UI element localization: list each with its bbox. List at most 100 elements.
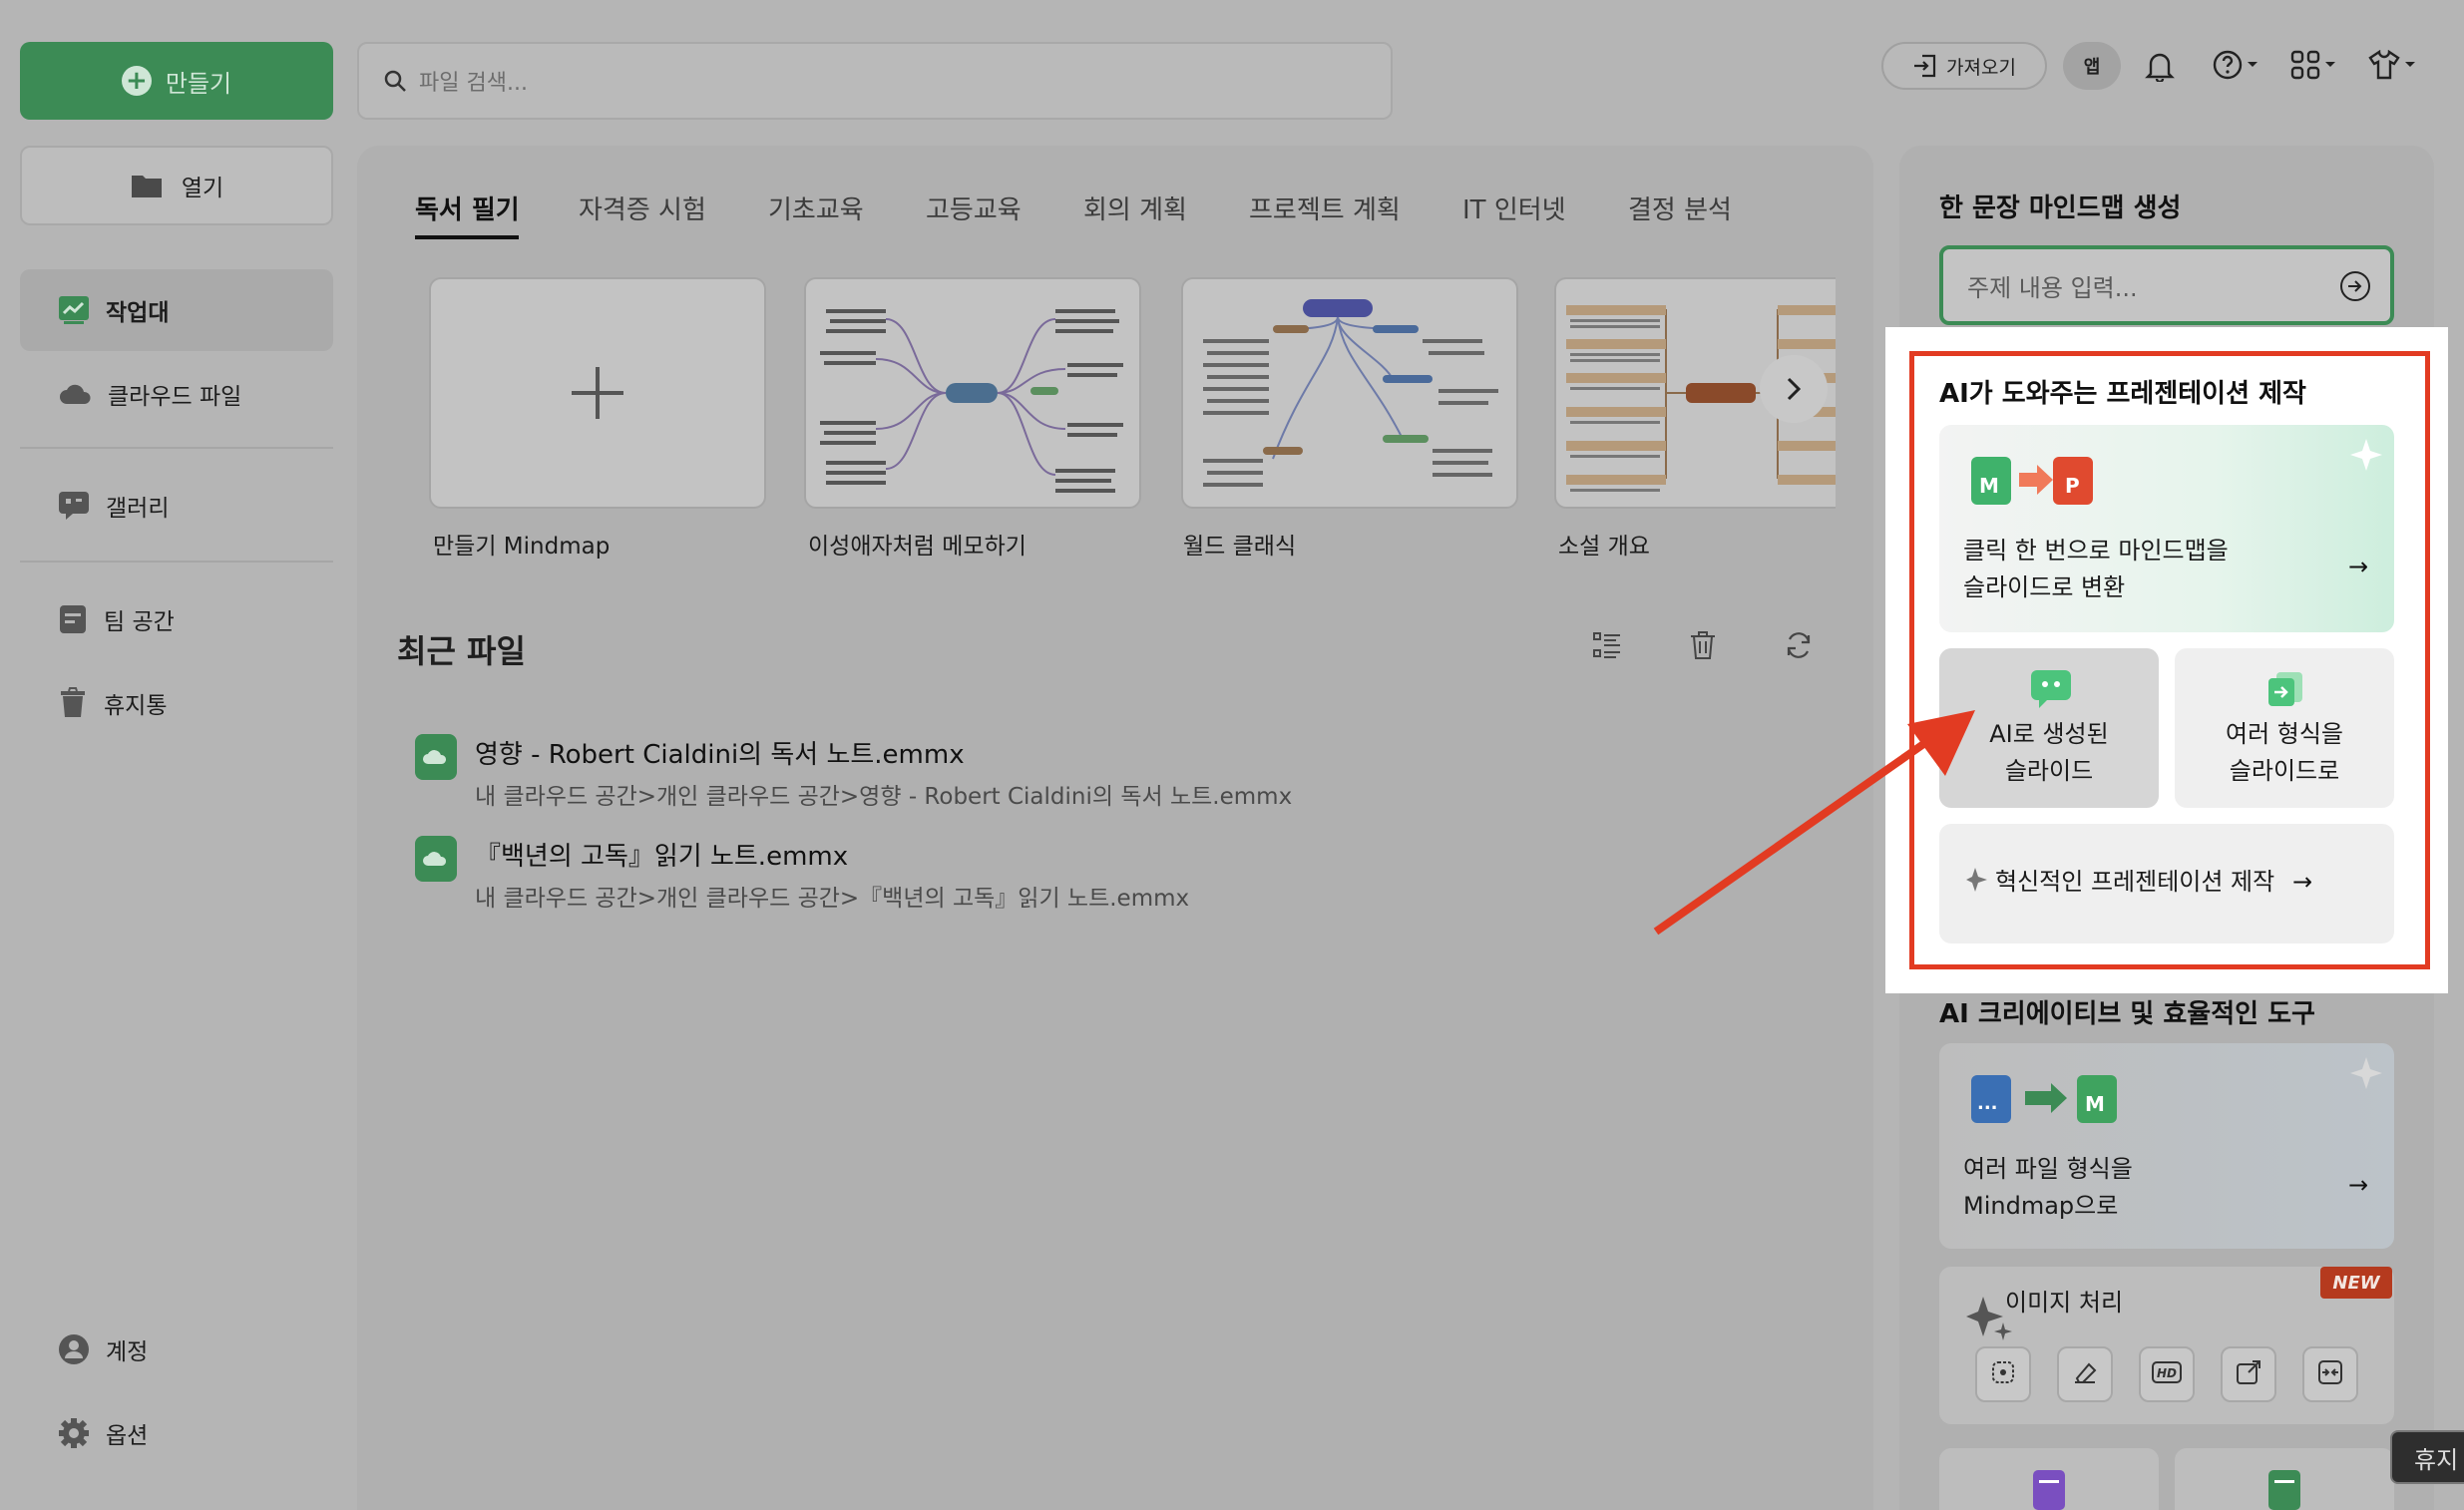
svg-text:M: M	[2085, 1092, 2105, 1116]
template-card-notes[interactable]	[804, 277, 1141, 509]
sidebar-item-label: 계정	[106, 1339, 149, 1365]
tab-certification[interactable]: 자격증 시험	[579, 189, 706, 226]
sheet-doc-icon	[2268, 1470, 2300, 1510]
create-button[interactable]: + 만들기	[20, 42, 333, 120]
sidebar-item-label: 팀 공간	[104, 609, 175, 635]
multi-format-text: 여러 형식을 슬라이드로	[2175, 716, 2394, 790]
workbench-icon	[58, 295, 90, 325]
chevron-down-icon	[2247, 61, 2259, 69]
files-to-mindmap-card[interactable]: ... M 여러 파일 형식을 Mindmap으로 →	[1939, 1043, 2394, 1249]
card-line: 여러 파일 형식을	[1963, 1155, 2133, 1183]
app-button[interactable]: 앱	[2063, 42, 2121, 90]
cloud-file-icon	[415, 836, 457, 882]
mindmap-to-ppt-icon: M P	[1971, 457, 2093, 505]
refresh-button[interactable]	[1784, 630, 1814, 660]
template-label: 만들기 Mindmap	[433, 534, 611, 560]
image-tool-button[interactable]	[2302, 1346, 2358, 1402]
svg-text:M: M	[1979, 474, 1999, 498]
cloud-file-icon	[415, 734, 457, 780]
file-name: 영향 - Robert Cialdini의 독서 노트.emmx	[475, 740, 965, 770]
file-name: 『백년의 고독』읽기 노트.emmx	[475, 842, 849, 872]
search-icon	[383, 69, 407, 93]
template-label: 월드 클래식	[1183, 534, 1297, 560]
image-tool-button[interactable]	[1975, 1346, 2031, 1402]
apps-grid-button[interactable]	[2290, 50, 2336, 80]
arrow-right-icon: →	[2292, 868, 2313, 896]
tab-project-plan[interactable]: 프로젝트 계획	[1249, 189, 1401, 226]
plus-circle-icon: +	[121, 66, 152, 96]
list-item[interactable]: 『백년의 고독』읽기 노트.emmx 내 클라우드 공간>개인 클라우드 공간>…	[415, 836, 1189, 913]
file-convert-icon	[2268, 672, 2302, 706]
import-label: 가져오기	[1946, 56, 2016, 79]
one-sentence-mindmap-title: 한 문장 마인드맵 생성	[1939, 193, 2182, 223]
arrow-right-icon: →	[2348, 1171, 2369, 1199]
template-label: 이성애자처럼 메모하기	[808, 534, 1027, 560]
create-label: 만들기	[165, 69, 232, 98]
svg-text:P: P	[2065, 474, 2080, 498]
sidebar-item-team-space[interactable]: 팀 공간	[20, 578, 333, 660]
image-tool-button[interactable]	[2221, 1346, 2276, 1402]
card-line: 슬라이드로 변환	[1963, 573, 2126, 601]
template-card-world-classics[interactable]	[1181, 277, 1518, 509]
plus-icon	[570, 365, 625, 421]
refresh-icon	[1784, 630, 1814, 660]
submit-arrow-icon[interactable]	[2340, 271, 2370, 301]
form-doc-icon	[2033, 1470, 2065, 1510]
image-tool-button[interactable]	[2057, 1346, 2113, 1402]
svg-text:...: ...	[1977, 1093, 1998, 1114]
sidebar-item-label: 휴지통	[104, 693, 168, 719]
import-button[interactable]: 가져오기	[1881, 42, 2047, 90]
tab-reading-notes[interactable]: 독서 필기	[415, 189, 520, 226]
list-view-button[interactable]	[1592, 630, 1622, 660]
trash-tooltip: 휴지	[2390, 1430, 2464, 1484]
sidebar-item-workbench[interactable]: 작업대	[20, 269, 333, 351]
sidebar-item-cloud-files[interactable]: 클라우드 파일	[20, 353, 333, 435]
file-to-mindmap-icon: ... M	[1971, 1075, 2117, 1123]
team-space-icon	[58, 603, 88, 635]
tool-card-partial[interactable]	[1939, 1448, 2159, 1510]
chevron-down-icon	[2324, 61, 2336, 69]
chevron-right-icon	[1784, 376, 1804, 402]
svg-text:HD: HD	[2157, 1366, 2177, 1380]
active-tab-indicator	[415, 235, 519, 239]
card-line: 슬라이드로	[2229, 757, 2340, 785]
clear-recent-button[interactable]	[1688, 630, 1718, 660]
compress-image-icon	[2316, 1358, 2344, 1390]
tab-decision-analysis[interactable]: 결정 분석	[1628, 189, 1732, 226]
help-button[interactable]	[2213, 50, 2259, 80]
card-line: 여러 형식을	[2225, 720, 2344, 748]
tool-card-partial[interactable]	[2175, 1448, 2394, 1510]
sidebar-item-label: 갤러리	[106, 496, 170, 522]
notification-bell-button[interactable]	[2145, 50, 2175, 82]
sidebar-item-label: 작업대	[106, 300, 170, 326]
tab-meeting-plan[interactable]: 회의 계획	[1083, 189, 1187, 226]
tab-basic-education[interactable]: 기초교육	[768, 189, 864, 226]
tshirt-icon	[2368, 50, 2400, 80]
tab-higher-education[interactable]: 고등교육	[926, 189, 1022, 226]
mindmap-to-slides-card[interactable]: M P 클릭 한 번으로 마인드맵을 슬라이드로 변환 →	[1939, 425, 2394, 632]
search-input[interactable]: 파일 검색...	[357, 42, 1393, 120]
help-circle-icon	[2213, 50, 2243, 80]
sidebar-item-options[interactable]: 옵션	[20, 1392, 333, 1474]
search-placeholder: 파일 검색...	[419, 71, 528, 96]
open-button[interactable]: 열기	[20, 146, 333, 225]
skin-button[interactable]	[2368, 50, 2416, 80]
tab-it-internet[interactable]: IT 인터넷	[1462, 189, 1566, 226]
image-tool-button[interactable]: HD	[2139, 1346, 2195, 1402]
expand-image-icon	[2235, 1358, 2262, 1390]
gear-icon	[58, 1417, 90, 1449]
innovative-presentation-card[interactable]: 혁신적인 프레젠테이션 제작 →	[1939, 824, 2394, 944]
sidebar-item-account[interactable]: 계정	[20, 1309, 333, 1390]
topic-input[interactable]: 주제 내용 입력...	[1939, 245, 2394, 325]
list-view-icon	[1592, 630, 1622, 660]
list-item[interactable]: 영향 - Robert Cialdini의 독서 노트.emmx 내 클라우드 …	[415, 734, 1292, 811]
template-card-new-mindmap[interactable]	[429, 277, 766, 509]
sidebar-item-gallery[interactable]: 갤러리	[20, 465, 333, 547]
sidebar-item-trash[interactable]: 휴지통	[20, 662, 333, 744]
mindmap-thumbnail	[1203, 299, 1498, 487]
arrow-right-icon: →	[2348, 553, 2369, 580]
templates-next-button[interactable]	[1760, 355, 1828, 423]
app-label: 앱	[2083, 57, 2101, 78]
multi-format-slides-card[interactable]: 여러 형식을 슬라이드로	[2175, 648, 2394, 808]
image-processing-label: 이미지 처리	[2005, 1289, 2124, 1317]
